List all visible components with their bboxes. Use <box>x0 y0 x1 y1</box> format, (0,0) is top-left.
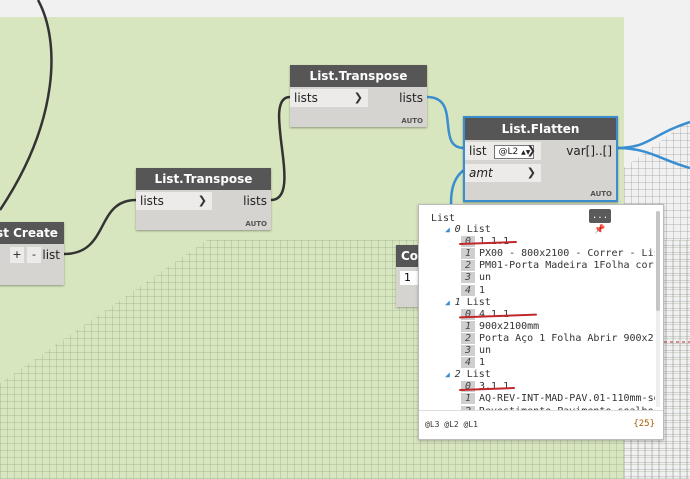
tree-list-item: 1 900x2100mm <box>461 320 540 333</box>
item-count-label: {25} <box>633 419 655 429</box>
code-line-number: 1 <box>400 271 420 285</box>
list-label: List <box>466 224 491 235</box>
chevron-right-icon: ❯ <box>353 91 363 104</box>
output-port-lists[interactable]: lists <box>243 192 267 210</box>
item-index: 1 <box>461 393 475 405</box>
tree-list-item: 2 PM01-Porta Madeira 1Folha corre <box>461 260 655 272</box>
item-value: 900x2100mm <box>479 320 540 332</box>
input-port-label: amt <box>469 166 493 180</box>
list-transpose-node-1[interactable]: List.Transpose lists ❯ lists AUTO <box>136 168 271 230</box>
tree-list-item: 3 un <box>461 345 491 357</box>
preview-footer: @L3 @L2 @L1 {25} <box>419 410 663 439</box>
wire-top-left[interactable] <box>0 0 53 211</box>
item-index: 4 <box>461 284 475 296</box>
node-title: List.Transpose <box>290 65 427 87</box>
output-port-list[interactable]: list <box>42 246 60 264</box>
item-index: 2 <box>461 260 475 272</box>
lacing-indicator[interactable]: AUTO <box>245 220 267 228</box>
node-title: List.Flatten <box>465 118 616 140</box>
item-index: 3 <box>461 272 475 284</box>
input-port-label: lists <box>140 194 164 208</box>
graph-canvas[interactable]: st Create + - list List.Transpose lists … <box>0 0 690 479</box>
expand-triangle-icon[interactable]: ◢ <box>445 370 455 379</box>
input-port-lists[interactable]: lists ❯ <box>136 192 212 210</box>
preview-scrollbar[interactable] <box>656 211 660 407</box>
wire-flatten-out-2[interactable] <box>615 146 690 170</box>
item-index: 2 <box>461 332 475 344</box>
list-transpose-node-2[interactable]: List.Transpose lists ❯ lists AUTO <box>290 65 427 127</box>
item-value: un <box>479 345 492 356</box>
list-levels-label: @L3 @L2 @L1 <box>425 420 478 429</box>
item-value: 1 <box>479 284 486 296</box>
lacing-indicator[interactable]: AUTO <box>590 190 612 198</box>
list-create-node[interactable]: st Create + - list <box>0 222 64 285</box>
tree-list-node[interactable]: ◢ 2 List <box>445 369 491 381</box>
expand-triangle-icon[interactable]: ◢ <box>445 298 455 307</box>
input-port-label: lists <box>294 91 318 105</box>
pin-dots: ... <box>591 211 609 221</box>
chevron-right-icon: ❯ <box>197 194 207 207</box>
item-value: Porta Aço 1 Folha Abrir 900x210 <box>479 332 655 344</box>
list-index: 2 <box>454 369 461 381</box>
output-port-var[interactable]: var[]..[] <box>566 142 612 160</box>
list-flatten-node[interactable]: List.Flatten list @L2 ▲▼ ❯ var[]..[] amt… <box>463 116 618 202</box>
lacing-indicator[interactable]: AUTO <box>401 117 423 125</box>
item-value: PX00 - 800x2100 - Correr - Liso <box>479 248 655 260</box>
preview-tree[interactable]: List ◢ 0 List01.1.11PX00 - 800x2100 - Co… <box>419 205 655 411</box>
input-port-label: list <box>469 144 487 158</box>
item-value: AQ-REV-INT-MAD-PAV.01-110mm-soa <box>479 393 655 405</box>
tree-list-item: 2 Porta Aço 1 Folha Abrir 900x210 <box>461 332 655 345</box>
node-title: st Create <box>0 222 64 244</box>
remove-input-button[interactable]: - <box>27 247 41 263</box>
list-index: 1 <box>454 296 461 308</box>
item-value: PM01-Porta Madeira 1Folha corre <box>479 260 655 272</box>
scrollbar-thumb[interactable] <box>656 211 660 311</box>
list-label: List <box>466 369 491 381</box>
list-label: List <box>466 296 491 308</box>
tree-list-item: 41 <box>461 357 485 369</box>
input-port-amt[interactable]: amt ❯ <box>465 164 541 182</box>
level-value: @L2 <box>498 146 519 157</box>
pin-preview-button[interactable]: ... 📌 <box>589 209 611 235</box>
wire-flatten-out-1[interactable] <box>615 120 690 150</box>
wire-transpose1-to-transpose2[interactable] <box>270 95 291 202</box>
chevron-right-icon: ❯ <box>526 144 536 157</box>
list-index: 0 <box>454 224 461 235</box>
wire-listcreate-to-transpose1[interactable] <box>63 198 137 256</box>
tree-list-item: 3 un <box>461 272 491 284</box>
add-input-button[interactable]: + <box>10 247 24 263</box>
pin-icon: 📌 <box>594 225 606 235</box>
input-port-list[interactable]: list @L2 ▲▼ ❯ <box>465 142 541 160</box>
watch-preview-panel[interactable]: List ◢ 0 List01.1.11PX00 - 800x2100 - Co… <box>418 204 664 440</box>
item-index: 1 <box>461 248 475 260</box>
item-value: un <box>479 272 492 284</box>
tree-list-item: 1 AQ-REV-INT-MAD-PAV.01-110mm-soa <box>461 393 655 405</box>
tree-list-node[interactable]: ◢ 0 List <box>445 224 491 236</box>
item-value: 1 <box>479 357 486 369</box>
item-index: 4 <box>461 357 475 369</box>
tree-list-item: 1 PX00 - 800x2100 - Correr - Liso <box>461 248 655 260</box>
expand-triangle-icon[interactable]: ◢ <box>445 225 455 234</box>
item-index: 1 <box>461 320 475 332</box>
chevron-right-icon: ❯ <box>526 166 536 179</box>
wire-transpose2-to-flatten[interactable] <box>426 95 465 150</box>
tree-list-item: 41 <box>461 284 486 297</box>
tree-list-node[interactable]: ◢ 1 List <box>445 297 491 309</box>
input-port-lists[interactable]: lists ❯ <box>290 89 368 107</box>
node-title: List.Transpose <box>136 168 271 190</box>
output-port-lists[interactable]: lists <box>399 89 423 107</box>
item-index: 3 <box>461 345 475 356</box>
